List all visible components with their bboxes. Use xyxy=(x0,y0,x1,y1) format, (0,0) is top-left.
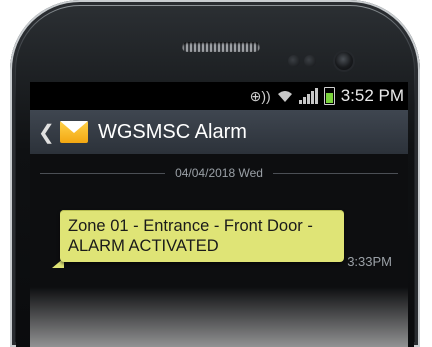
phone-frame: ⊕)) 3:52 PM ❮ WGSMSC Alarm 04/04/2018 We… xyxy=(10,0,420,347)
message-bubble[interactable]: Zone 01 - Entrance - Front Door - ALARM … xyxy=(60,210,344,262)
proximity-sensor xyxy=(288,55,300,67)
app-bar: ❮ WGSMSC Alarm xyxy=(30,110,408,154)
date-label: 04/04/2018 Wed xyxy=(175,166,263,180)
nfc-icon: ⊕)) xyxy=(249,87,271,104)
envelope-icon xyxy=(60,121,88,143)
divider xyxy=(272,172,399,174)
wifi-icon xyxy=(277,91,292,102)
divider xyxy=(40,172,166,174)
status-icons: ⊕)) 3:52 PM xyxy=(250,86,404,106)
front-camera xyxy=(335,52,353,70)
conversation-title: WGSMSC Alarm xyxy=(98,120,247,143)
battery-icon xyxy=(323,87,335,105)
message-timestamp: 3:33PM xyxy=(347,254,392,269)
status-time: 3:52 PM xyxy=(340,86,404,105)
status-bar: ⊕)) 3:52 PM xyxy=(30,82,408,110)
light-sensor xyxy=(304,55,316,67)
chevron-left-icon[interactable]: ❮ xyxy=(38,120,58,145)
screen-glare xyxy=(30,287,408,347)
signal-icon xyxy=(298,88,318,104)
date-separator: 04/04/2018 Wed xyxy=(30,166,408,180)
earpiece-speaker xyxy=(182,42,260,52)
message-text: Zone 01 - Entrance - Front Door - ALARM … xyxy=(68,217,313,255)
screen: ⊕)) 3:52 PM ❮ WGSMSC Alarm 04/04/2018 We… xyxy=(30,82,408,347)
